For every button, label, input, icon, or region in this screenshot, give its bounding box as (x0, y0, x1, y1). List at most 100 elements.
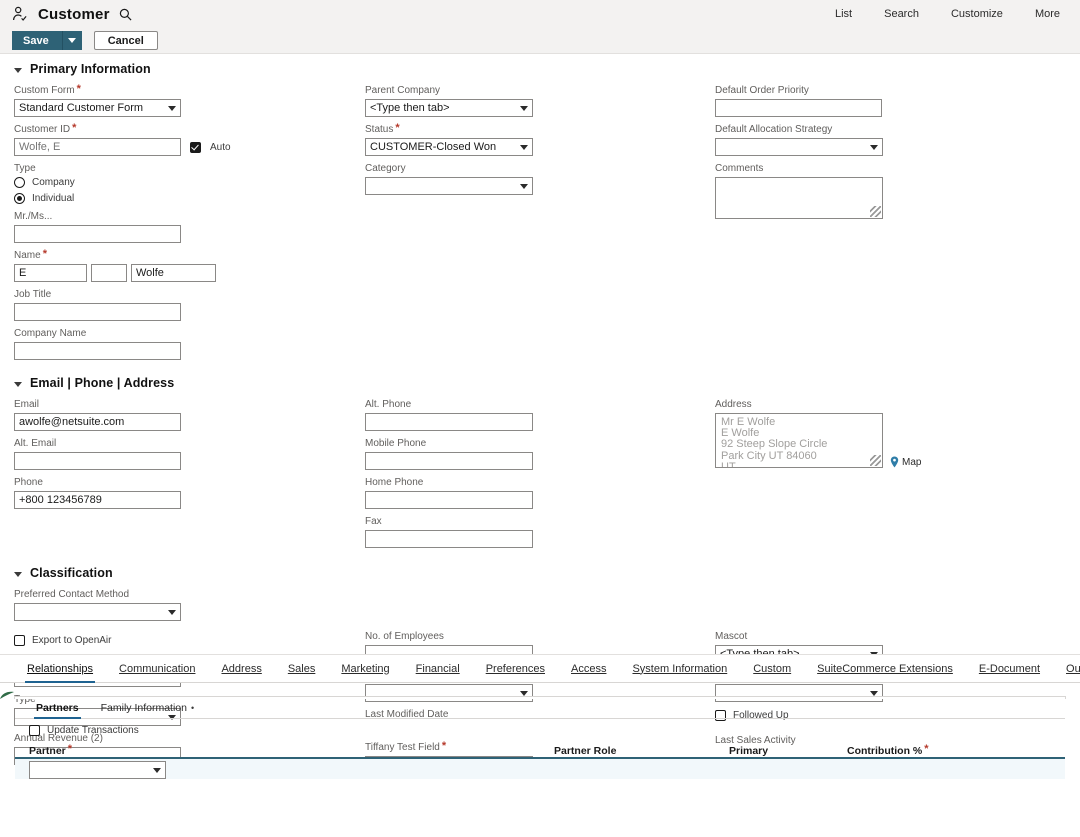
field-label: Mr./Ms... (14, 211, 53, 222)
tab-sales[interactable]: Sales (275, 655, 329, 682)
chevron-down-icon (168, 106, 176, 111)
section-title: Classification (30, 566, 113, 580)
radio-individual[interactable] (14, 193, 25, 204)
tab-outbound-sso[interactable]: Outbound SSO (1053, 655, 1080, 682)
alt-email-input[interactable] (14, 452, 181, 470)
column-header-partner[interactable]: Partner * (29, 744, 554, 758)
tab-label: Preferences (485, 662, 545, 675)
nav-item-search[interactable]: Search (868, 8, 935, 20)
nav-item-more[interactable]: More (1019, 8, 1066, 20)
field-category: Category (365, 163, 715, 195)
row-partner-select[interactable] (29, 760, 166, 779)
parent-company-value: <Type then tab> (370, 102, 450, 114)
tab-custom[interactable]: Custom (740, 655, 804, 682)
tab-marketing[interactable]: Marketing (328, 655, 402, 682)
auto-checkbox[interactable] (190, 141, 201, 153)
job-title-input[interactable] (14, 303, 181, 321)
mobile-phone-input[interactable] (365, 452, 533, 470)
custom-form-select[interactable]: Standard Customer Form (14, 99, 181, 117)
tab-e-document[interactable]: E-Document (966, 655, 1053, 682)
comments-textarea[interactable] (715, 177, 883, 219)
section-title: Email | Phone | Address (30, 376, 175, 390)
category-select[interactable] (365, 177, 533, 195)
tab-relationships[interactable]: Relationships (14, 655, 106, 683)
alt-phone-input[interactable] (365, 413, 533, 431)
resize-grip-icon[interactable] (870, 455, 881, 466)
nav-item-customize[interactable]: Customize (935, 8, 1019, 20)
section-header-classification[interactable]: Classification (0, 566, 1080, 580)
fax-input[interactable] (365, 530, 533, 548)
tab-access[interactable]: Access (558, 655, 619, 682)
field-alt-email: Alt. Email (14, 438, 365, 470)
status-select[interactable]: CUSTOMER-Closed Won (365, 138, 533, 156)
chevron-down-icon (520, 184, 528, 189)
field-home-phone: Home Phone (365, 477, 715, 509)
tab-preferences[interactable]: Preferences (473, 655, 558, 682)
nav-item-list[interactable]: List (819, 8, 868, 20)
required-marker: * (72, 122, 77, 134)
update-transactions-row[interactable]: Update Transactions (15, 719, 1065, 742)
search-icon[interactable] (119, 8, 132, 21)
phone-input[interactable] (14, 491, 181, 509)
section-header-primary-information[interactable]: Primary Information (0, 62, 1080, 76)
map-label: Map (902, 456, 922, 468)
tab-financial[interactable]: Financial (403, 655, 473, 682)
update-transactions-checkbox[interactable] (29, 725, 40, 736)
form-body: Primary Information Custom Form * Standar… (0, 54, 1080, 779)
field-label: Custom Form * (14, 83, 81, 97)
name-last-input[interactable] (131, 264, 216, 282)
field-default-order-priority: Default Order Priority (715, 85, 1065, 117)
chevron-down-icon (14, 67, 22, 73)
chevron-down-icon (520, 145, 528, 150)
cancel-button[interactable]: Cancel (93, 31, 158, 50)
preferred-contact-method-select[interactable] (14, 603, 181, 621)
column-header-contribution[interactable]: Contribution % * (847, 744, 1027, 758)
subtab-family-information[interactable]: Family Information • (90, 697, 206, 718)
field-salutation: Mr./Ms... (14, 211, 365, 243)
table-row[interactable] (15, 759, 1065, 779)
save-dropdown-button[interactable] (62, 31, 82, 50)
page-title: Customer (38, 5, 110, 23)
person-check-icon (12, 6, 28, 22)
field-preferred-contact-method: Preferred Contact Method (14, 589, 365, 621)
tab-address[interactable]: Address (208, 655, 274, 682)
field-status: Status * CUSTOMER-Closed Won (365, 122, 715, 156)
name-first-input[interactable] (14, 264, 87, 282)
save-button[interactable]: Save (12, 31, 63, 50)
partners-sub-panel: Partners Family Information • Update Tran… (14, 696, 1066, 779)
resize-grip-icon[interactable] (870, 206, 881, 217)
parent-company-select[interactable]: <Type then tab> (365, 99, 533, 117)
subtab-partners[interactable]: Partners (25, 697, 90, 719)
customer-id-input[interactable] (14, 138, 181, 156)
field-address: Address Mr E Wolfe E Wolfe 92 Steep Slop… (715, 399, 1065, 468)
export-openair-row[interactable]: Export to OpenAir (14, 635, 365, 646)
field-label: Default Order Priority (715, 85, 809, 96)
field-label: Parent Company (365, 85, 441, 96)
default-allocation-strategy-select[interactable] (715, 138, 883, 156)
tab-communication[interactable]: Communication (106, 655, 208, 682)
export-openair-checkbox[interactable] (14, 635, 25, 646)
column-header-partner-role[interactable]: Partner Role (554, 745, 729, 757)
radio-option-company[interactable]: Company (14, 177, 365, 188)
column-header-primary[interactable]: Primary (729, 745, 847, 757)
save-button-group[interactable]: Save (12, 31, 82, 50)
email-input[interactable] (14, 413, 181, 431)
address-textarea[interactable]: Mr E Wolfe E Wolfe 92 Steep Slope Circle… (715, 413, 883, 468)
field-label: Status * (365, 122, 400, 136)
tab-suitecommerce-extensions[interactable]: SuiteCommerce Extensions (804, 655, 966, 682)
company-name-input[interactable] (14, 342, 181, 360)
chevron-down-icon (14, 381, 22, 387)
tab-label: Outbound SSO (1066, 662, 1080, 675)
tab-system-information[interactable]: System Information (619, 655, 740, 682)
radio-option-individual[interactable]: Individual (14, 193, 365, 204)
name-middle-input[interactable] (91, 264, 127, 282)
radio-company[interactable] (14, 177, 25, 188)
table-header-row: Partner * Partner Role Primary Contributi… (15, 742, 1065, 759)
salutation-input[interactable] (14, 225, 181, 243)
home-phone-input[interactable] (365, 491, 533, 509)
field-label: No. of Employees (365, 631, 444, 642)
primary-column-1: Custom Form * Standard Customer Form Cust… (0, 83, 365, 367)
default-order-priority-input[interactable] (715, 99, 882, 117)
map-link[interactable]: Map (890, 456, 921, 468)
section-header-email-phone-address[interactable]: Email | Phone | Address (0, 376, 1080, 390)
